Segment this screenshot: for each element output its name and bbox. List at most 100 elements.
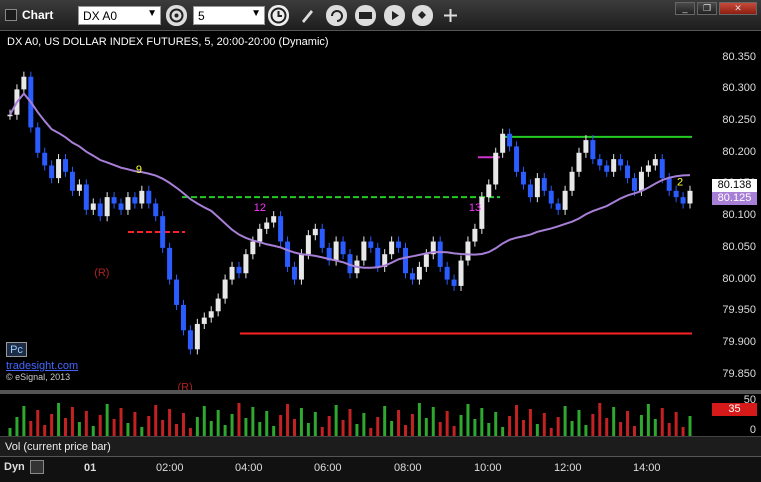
chart-toolbar: Chart DX A0 ▼ 5 ▼ _ ❐ ✕ [0, 0, 761, 31]
chart-annotation: (R) [177, 381, 192, 390]
candle-body [174, 279, 180, 305]
volume-bar [251, 407, 255, 436]
volume-bar [501, 427, 505, 436]
dyn-settings-icon[interactable] [30, 460, 44, 474]
volume-bar [584, 425, 588, 436]
volume-bar [36, 410, 40, 436]
chevron-down-icon[interactable]: ▼ [147, 8, 157, 19]
price-axis[interactable]: 80.35080.30080.25080.20080.15080.10080.0… [710, 31, 761, 390]
volume-bar [556, 417, 560, 436]
volume-bar [175, 424, 179, 436]
chevron-down-icon[interactable]: ▼ [251, 8, 261, 19]
price-tick-label: 79.900 [722, 335, 756, 348]
minimize-button[interactable]: _ [675, 2, 695, 15]
volume-bar [306, 423, 310, 436]
candle-body [167, 247, 173, 280]
volume-bar [320, 427, 324, 436]
volume-bar [535, 424, 539, 436]
interval-input[interactable]: 5 ▼ [193, 6, 265, 25]
candle-body [465, 241, 471, 261]
volume-bar [348, 409, 352, 436]
clock-icon[interactable] [268, 5, 289, 26]
volume-bar [168, 409, 172, 436]
close-button[interactable]: ✕ [719, 2, 757, 15]
candle-body [403, 247, 409, 274]
volume-bar [140, 427, 144, 436]
chart-header: DX A0, US DOLLAR INDEX FUTURES, 5, 20:00… [7, 36, 329, 48]
volume-bar [64, 418, 68, 436]
restore-button[interactable]: ❐ [697, 2, 717, 15]
gci-icon[interactable] [355, 5, 376, 26]
volume-bar [653, 419, 657, 436]
candle-body [139, 190, 145, 204]
volume-bar [84, 411, 88, 436]
symbol-input[interactable]: DX A0 ▼ [78, 6, 161, 25]
pc-button[interactable]: Pc [6, 342, 27, 357]
volume-bar [542, 413, 546, 436]
volume-bar [681, 427, 685, 436]
candle-body [389, 241, 395, 255]
volume-bar [521, 420, 525, 436]
volume-bar [390, 421, 394, 436]
volume-bar [660, 408, 664, 436]
volume-bar [591, 414, 595, 436]
candle-body [90, 203, 96, 210]
candle-body [583, 140, 589, 153]
candle-body [687, 190, 693, 204]
volume-bar [272, 426, 276, 436]
dyn-label: Dyn [4, 461, 25, 473]
volume-bar [91, 426, 95, 436]
candle-body [548, 190, 554, 204]
candle-body [666, 178, 672, 191]
volume-bar [466, 404, 470, 436]
volume-bar [50, 414, 54, 436]
chart-annotation: 13 [469, 202, 481, 214]
volume-bar [563, 406, 567, 436]
candle-body [437, 241, 443, 267]
settings-icon[interactable] [166, 5, 187, 26]
volume-label: Vol (current price bar) [5, 441, 111, 453]
refresh-icon[interactable] [326, 5, 347, 26]
candle-body [146, 190, 152, 204]
candle-body [291, 266, 297, 280]
volume-bar [397, 410, 401, 436]
candle-body [21, 76, 27, 90]
pencil-icon[interactable] [297, 5, 318, 26]
cursor-icon[interactable] [412, 5, 433, 26]
tradesight-link[interactable]: tradesight.com [6, 360, 78, 372]
candle-body [416, 266, 422, 280]
candle-body [340, 241, 346, 255]
candle-body [236, 266, 242, 274]
price-chart[interactable]: (R) (R) 12 13 9 2 [0, 31, 710, 393]
volume-bar [383, 406, 387, 436]
volume-bar [508, 416, 512, 436]
crosshair-icon[interactable] [440, 5, 461, 26]
candle-body [659, 159, 665, 179]
play-icon[interactable] [384, 5, 405, 26]
candle-body [534, 178, 540, 198]
candle-body [180, 304, 186, 331]
candle-body [285, 241, 291, 267]
time-axis[interactable]: Dyn 01 02:00 04:00 06:00 08:00 10:00 12:… [0, 456, 761, 482]
copyright-text: © eSignal, 2013 [6, 372, 71, 382]
volume-bar [473, 419, 477, 436]
volume-axis: 50 35 0 [710, 394, 761, 436]
price-tick-label: 79.950 [722, 304, 756, 317]
volume-bar [181, 413, 185, 436]
chart-canvas[interactable]: (R) (R) 12 13 9 2 [0, 31, 710, 393]
candle-body [458, 260, 464, 286]
volume-bar [438, 422, 442, 436]
candle-body [409, 273, 415, 280]
volume-bar [258, 422, 262, 436]
volume-bar [494, 412, 498, 436]
volume-pane[interactable] [0, 394, 710, 436]
volume-bar [57, 403, 61, 436]
volume-bar [105, 404, 109, 436]
volume-bar [341, 420, 345, 436]
volume-bar [431, 407, 435, 436]
volume-bar [605, 418, 609, 436]
candle-body [507, 133, 513, 147]
candle-body [111, 197, 117, 204]
candle-body [451, 279, 457, 286]
candle-body [576, 152, 582, 172]
